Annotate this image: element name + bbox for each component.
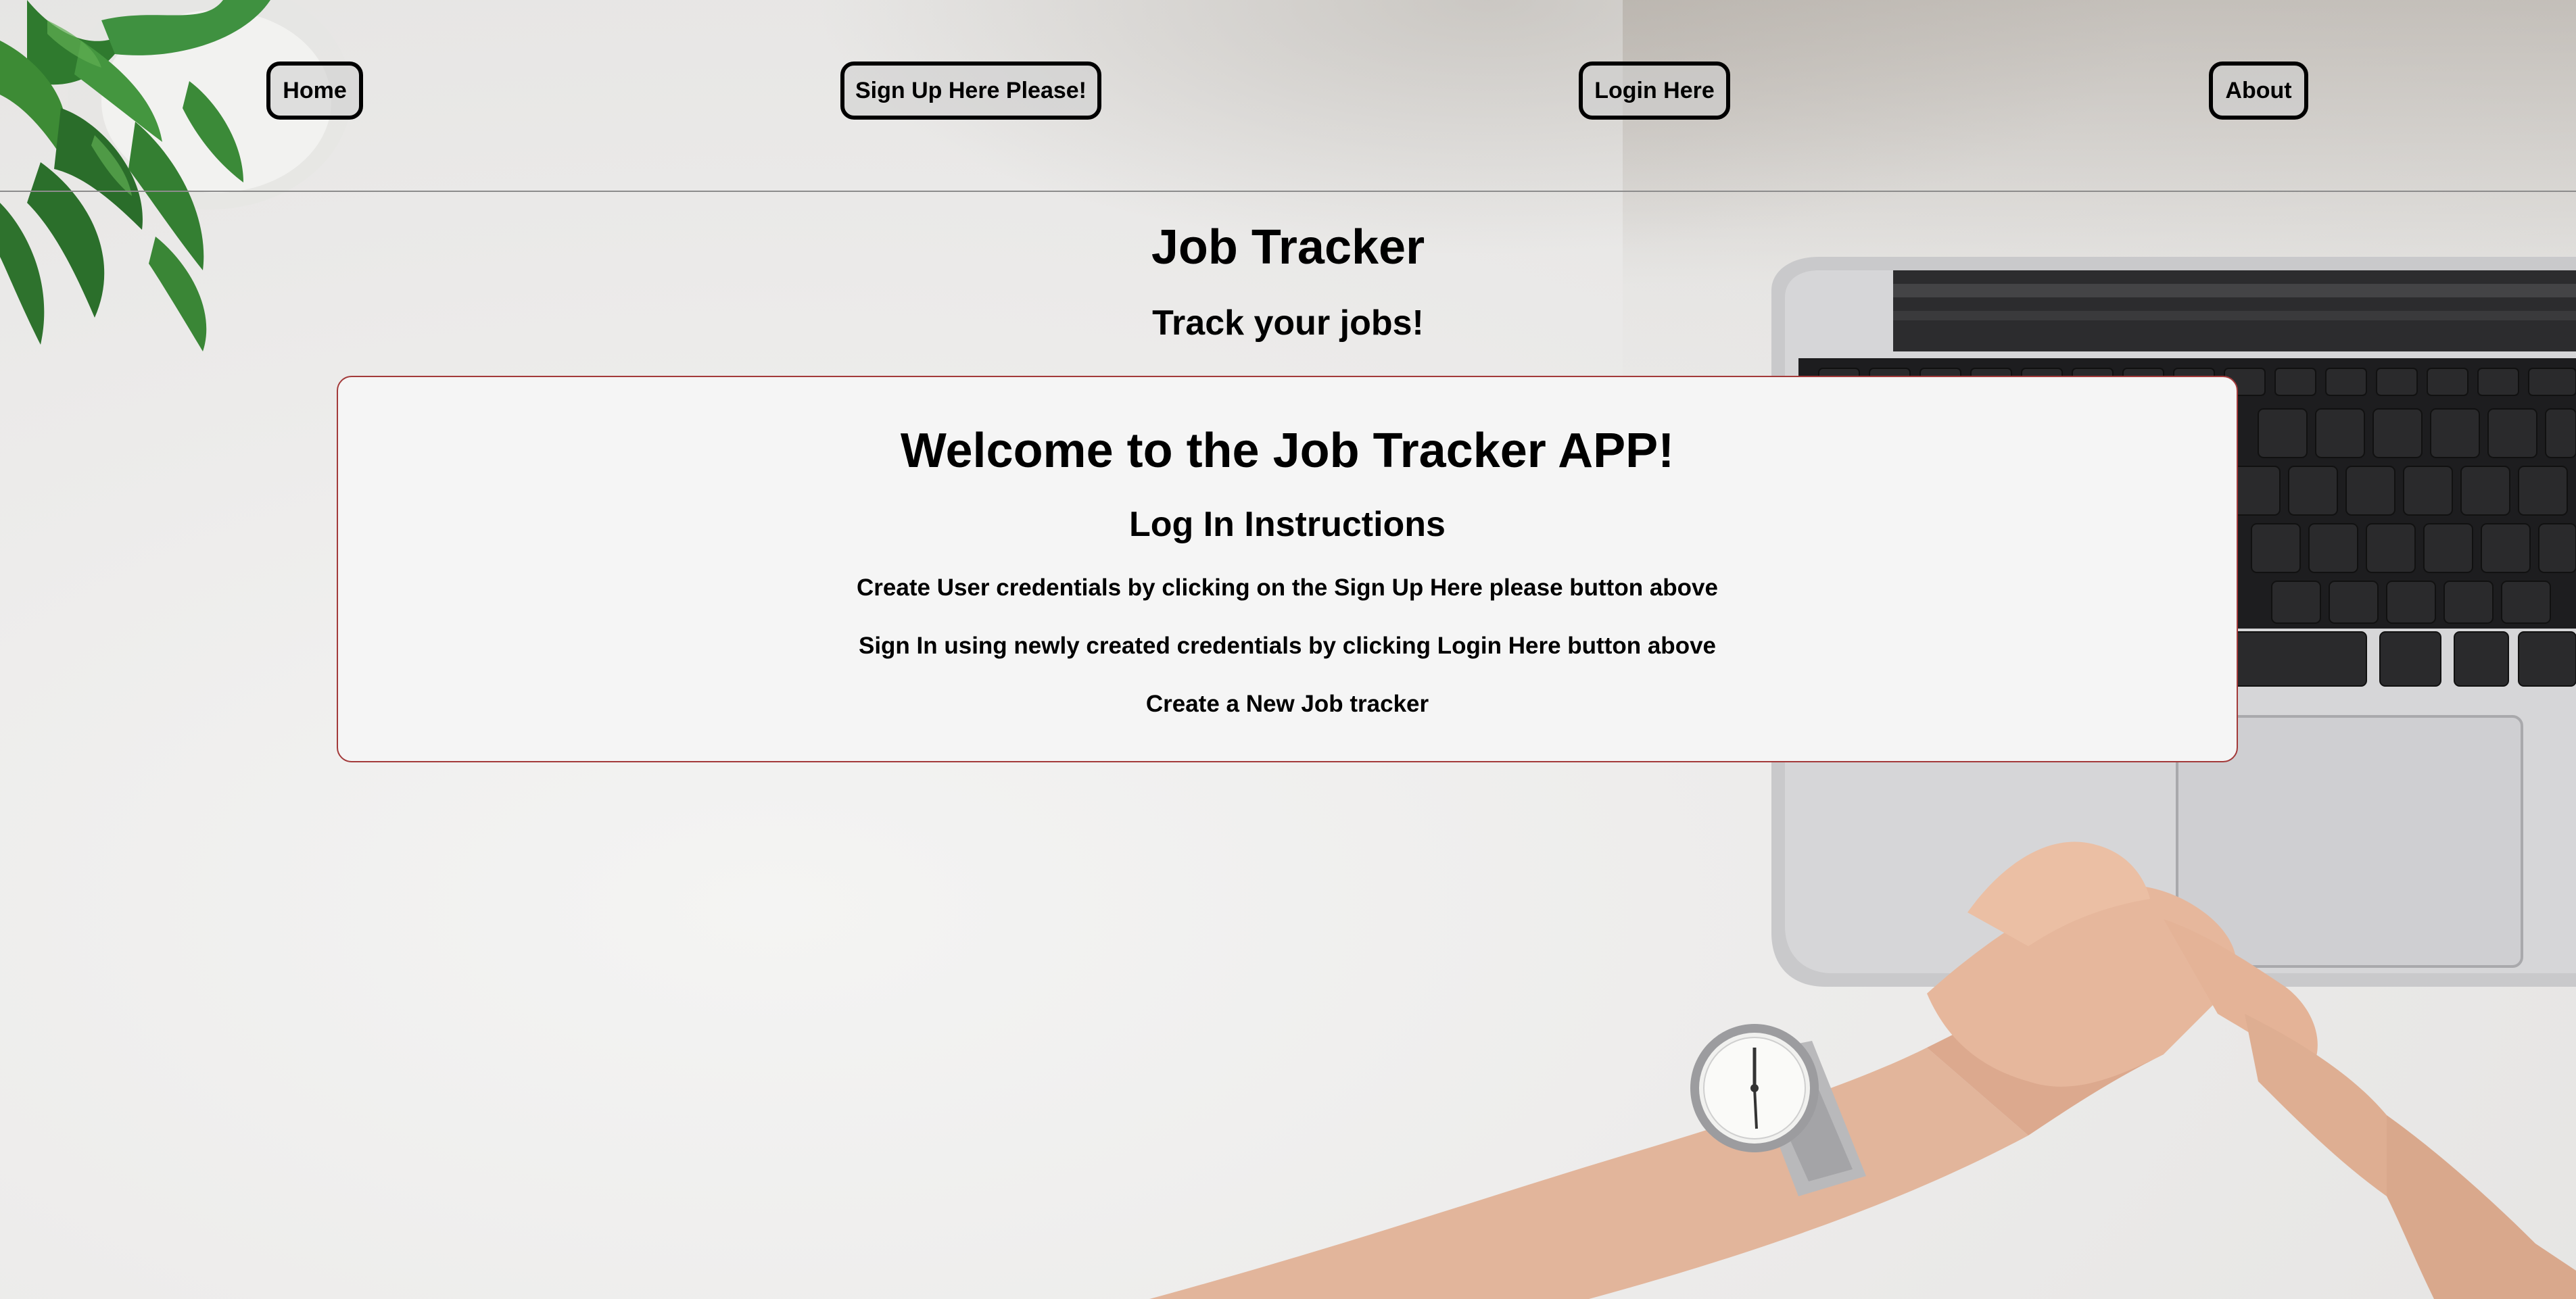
nav-about-button[interactable]: About [2209, 62, 2308, 120]
page-subtitle: Track your jobs! [1152, 303, 1424, 343]
arm-illustration [1149, 841, 2576, 1299]
welcome-title: Welcome to the Job Tracker APP! [900, 424, 1675, 478]
instruction-item: Sign In using newly created credentials … [858, 633, 1717, 659]
nav-login-button[interactable]: Login Here [1579, 62, 1730, 120]
welcome-card: Welcome to the Job Tracker APP! Log In I… [337, 376, 2238, 762]
instruction-item: Create a New Job tracker [1145, 691, 1429, 717]
nav-home-button[interactable]: Home [266, 62, 363, 120]
nav-signup-button[interactable]: Sign Up Here Please! [840, 62, 1101, 120]
instructions-heading: Log In Instructions [1129, 505, 1446, 544]
header-divider [0, 191, 2576, 192]
page-title: Job Tracker [1151, 220, 1425, 274]
instruction-item: Create User credentials by clicking on t… [857, 574, 1718, 601]
